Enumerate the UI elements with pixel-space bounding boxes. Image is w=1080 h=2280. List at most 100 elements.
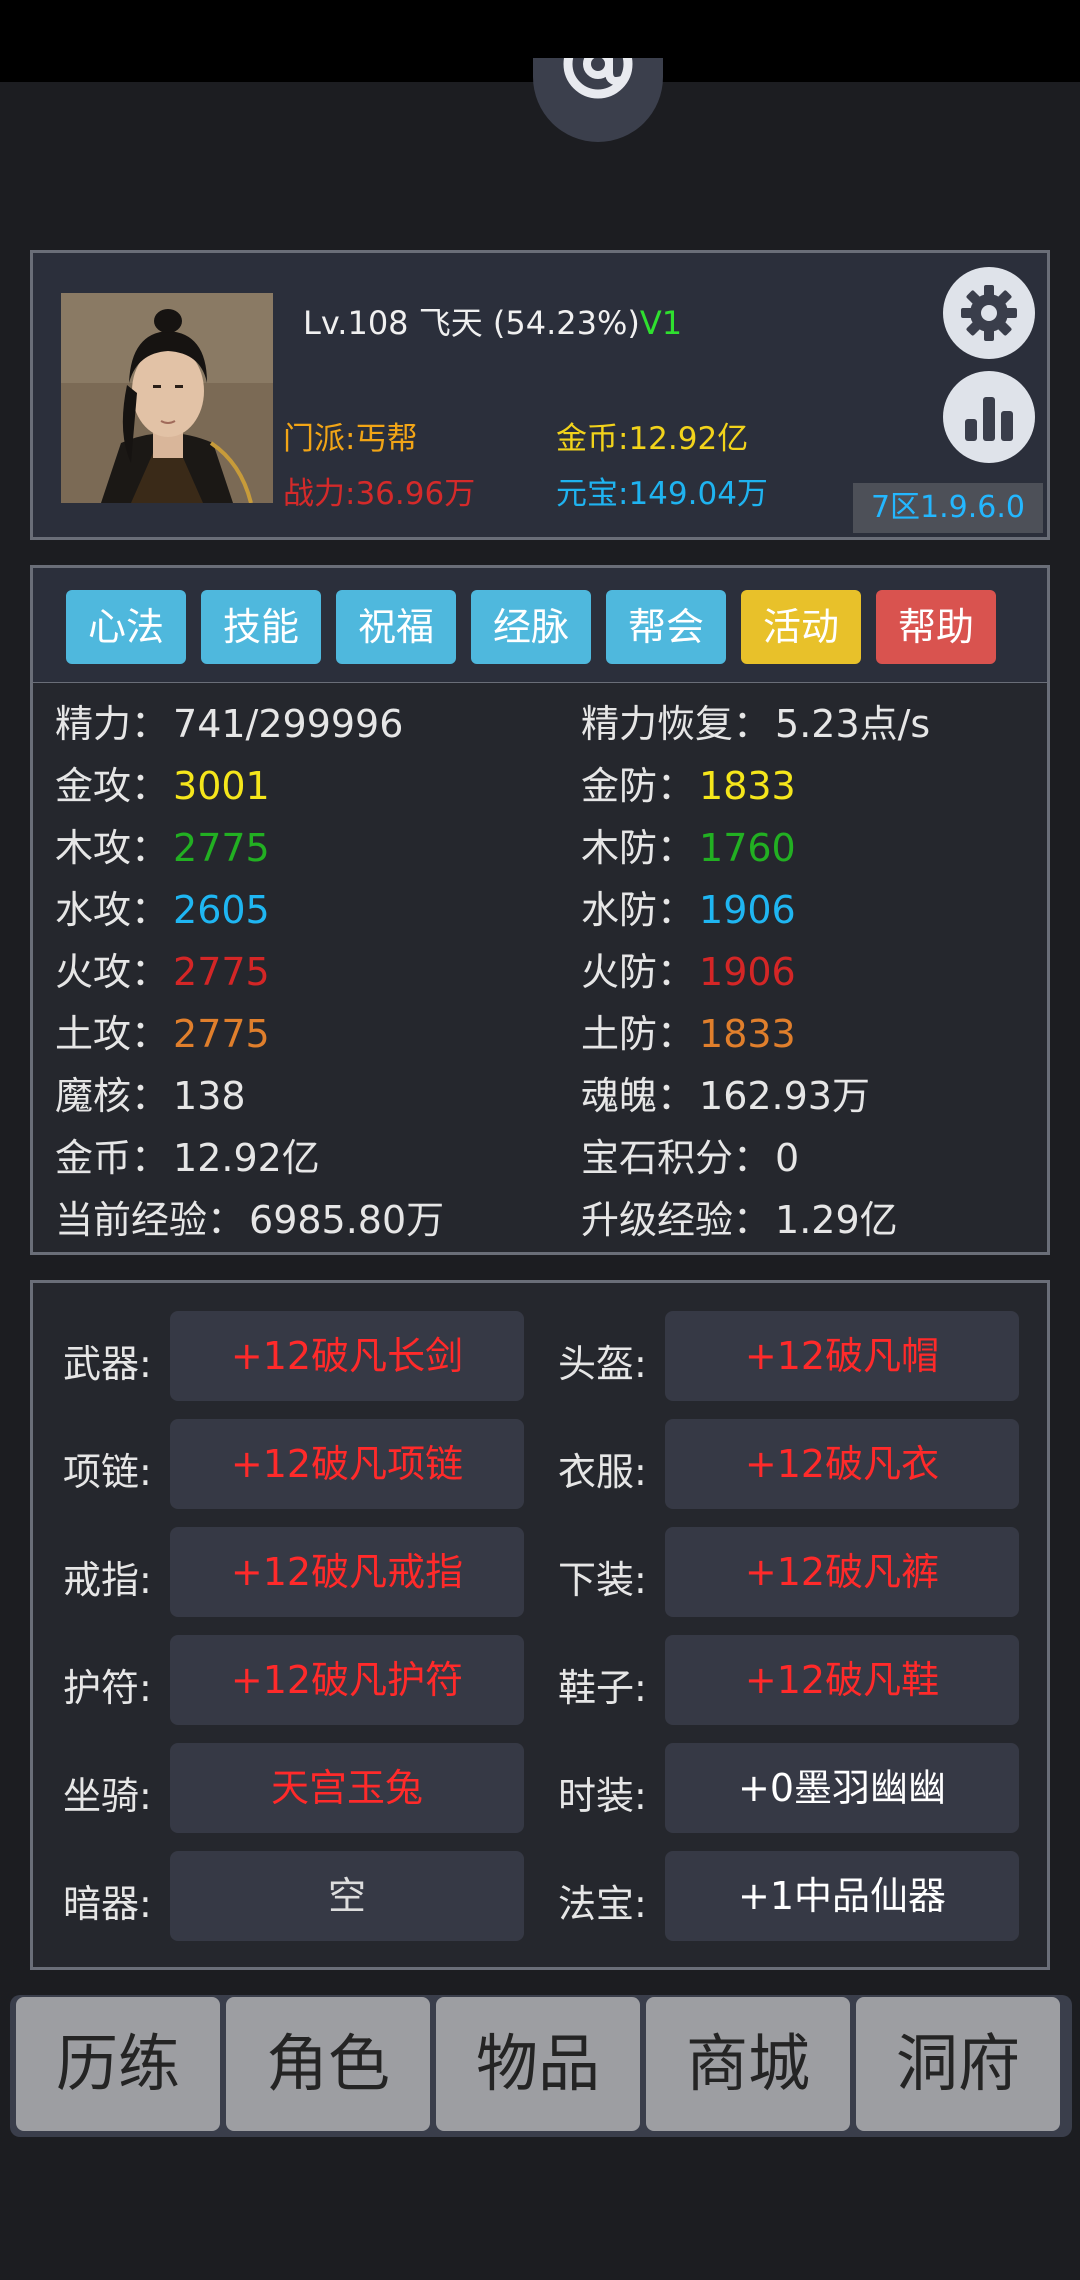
stat-row: 魔核： 138 — [55, 1065, 246, 1120]
equip-label: 戒指: — [63, 1558, 152, 1602]
stat-row: 木防： 1760 — [581, 817, 796, 872]
stat-value: 1.29亿 — [775, 1198, 898, 1242]
settings-button[interactable] — [943, 267, 1035, 359]
stat-label: 土防： — [581, 1012, 696, 1056]
equip-slot[interactable]: +12破凡项链 — [170, 1419, 524, 1509]
stat-label: 木攻： — [55, 826, 170, 870]
stat-row: 金攻： 3001 — [55, 755, 270, 810]
tab-blessing[interactable]: 祝福 — [336, 590, 456, 664]
stat-value: 2775 — [173, 950, 270, 994]
stat-row: 当前经验： 6985.80万 — [55, 1189, 444, 1244]
equip-slot[interactable]: +12破凡鞋 — [665, 1635, 1019, 1725]
power-label: 战力:36.96万 — [283, 476, 476, 512]
equip-slot[interactable]: +12破凡衣 — [665, 1419, 1019, 1509]
player-name: 飞天 — [418, 304, 483, 342]
nav-shop[interactable]: 商城 — [646, 1997, 850, 2131]
stat-row: 精力： 741/299996 — [55, 693, 403, 748]
stat-label: 水攻： — [55, 888, 170, 932]
equip-slot[interactable]: +12破凡戒指 — [170, 1527, 524, 1617]
equip-slot[interactable]: +0墨羽幽幽 — [665, 1743, 1019, 1833]
stat-row: 宝石积分： 0 — [581, 1127, 799, 1182]
level-progress: (54.23%) — [492, 304, 640, 342]
avatar[interactable] — [61, 293, 273, 503]
equip-label: 项链: — [63, 1450, 152, 1494]
tab-meridian[interactable]: 经脉 — [471, 590, 591, 664]
stat-value: 1833 — [699, 1012, 796, 1056]
level: Lv.108 — [303, 304, 409, 342]
nav-cave[interactable]: 洞府 — [856, 1997, 1060, 2131]
tab-help[interactable]: 帮助 — [876, 590, 996, 664]
bar-chart-icon — [965, 397, 1013, 441]
stat-value: 12.92亿 — [173, 1136, 320, 1180]
nav-training[interactable]: 历练 — [16, 1997, 220, 2131]
equip-slot[interactable]: +1中品仙器 — [665, 1851, 1019, 1941]
tab-guild[interactable]: 帮会 — [606, 590, 726, 664]
equip-slot[interactable]: 空 — [170, 1851, 524, 1941]
feature-tabs: 心法 技能 祝福 经脉 帮会 活动 帮助 — [30, 565, 1050, 685]
equip-slot[interactable]: +12破凡护符 — [170, 1635, 524, 1725]
stat-row: 金币： 12.92亿 — [55, 1127, 320, 1182]
equip-slot[interactable]: 天宫玉兔 — [170, 1743, 524, 1833]
at-icon — [563, 58, 633, 99]
tab-xinfa[interactable]: 心法 — [66, 590, 186, 664]
stat-value: 162.93万 — [699, 1074, 870, 1118]
stat-row: 精力恢复： 5.23点/s — [581, 693, 930, 748]
equip-slot[interactable]: +12破凡帽 — [665, 1311, 1019, 1401]
sect-label: 门派:丐帮 — [283, 421, 418, 457]
stats-panel: 精力： 741/299996 金攻： 3001 木攻： 2775 水攻： 2605 火攻： 277… — [30, 683, 1050, 1255]
stat-value: 2775 — [173, 826, 270, 870]
equip-label: 下装: — [558, 1558, 647, 1602]
stat-value: 6985.80万 — [249, 1198, 445, 1242]
bottom-nav: 历练 角色 物品 商城 洞府 — [10, 1995, 1072, 2137]
equip-label: 头盔: — [558, 1342, 647, 1386]
gold-label: 金币:12.92亿 — [556, 421, 749, 457]
stat-value: 138 — [173, 1074, 246, 1118]
stat-row: 水防： 1906 — [581, 879, 796, 934]
stat-label: 魔核： — [55, 1074, 170, 1118]
stat-label: 精力： — [55, 702, 170, 746]
stat-label: 火攻： — [55, 950, 170, 994]
stat-row: 水攻： 2605 — [55, 879, 270, 934]
float-button[interactable] — [533, 58, 663, 142]
stat-label: 土攻： — [55, 1012, 170, 1056]
vip-badge: V1 — [639, 304, 683, 342]
stat-row: 火攻： 2775 — [55, 941, 270, 996]
nav-character[interactable]: 角色 — [226, 1997, 430, 2131]
equip-slot[interactable]: +12破凡长剑 — [170, 1311, 524, 1401]
stat-row: 金防： 1833 — [581, 755, 796, 810]
equip-label: 鞋子: — [558, 1666, 647, 1710]
equip-slot[interactable]: +12破凡裤 — [665, 1527, 1019, 1617]
server-version: 7区1.9.6.0 — [853, 483, 1043, 533]
stat-label: 金攻： — [55, 764, 170, 808]
tab-activity[interactable]: 活动 — [741, 590, 861, 664]
tab-skills[interactable]: 技能 — [201, 590, 321, 664]
nav-items[interactable]: 物品 — [436, 1997, 640, 2131]
stat-label: 魂魄： — [581, 1074, 696, 1118]
stat-row: 木攻： 2775 — [55, 817, 270, 872]
stat-value: 1906 — [699, 950, 796, 994]
ranking-button[interactable] — [943, 371, 1035, 463]
stat-label: 当前经验： — [55, 1198, 246, 1242]
stat-value: 5.23点/s — [775, 702, 931, 746]
stat-value: 3001 — [173, 764, 270, 808]
stat-value: 1906 — [699, 888, 796, 932]
stat-row: 升级经验： 1.29亿 — [581, 1189, 898, 1244]
stat-value: 1760 — [699, 826, 796, 870]
stat-label: 金防： — [581, 764, 696, 808]
equip-label: 武器: — [63, 1342, 152, 1386]
stat-label: 木防： — [581, 826, 696, 870]
stat-label: 水防： — [581, 888, 696, 932]
stat-row: 火防： 1906 — [581, 941, 796, 996]
stat-value: 2605 — [173, 888, 270, 932]
equip-label: 时装: — [558, 1774, 647, 1818]
level-line: Lv.108 飞天 (54.23%)V1 — [303, 298, 682, 344]
stat-row: 魂魄： 162.93万 — [581, 1065, 870, 1120]
stat-label: 宝石积分： — [581, 1136, 772, 1180]
stat-value: 741/299996 — [173, 702, 404, 746]
stat-row: 土防： 1833 — [581, 1003, 796, 1058]
equip-label: 暗器: — [63, 1882, 152, 1926]
stat-label: 精力恢复： — [581, 702, 772, 746]
stat-value: 1833 — [699, 764, 796, 808]
profile-panel: Lv.108 飞天 (54.23%)V1 门派:丐帮 战力:36.96万 金币:… — [30, 250, 1050, 540]
stat-label: 金币： — [55, 1136, 170, 1180]
